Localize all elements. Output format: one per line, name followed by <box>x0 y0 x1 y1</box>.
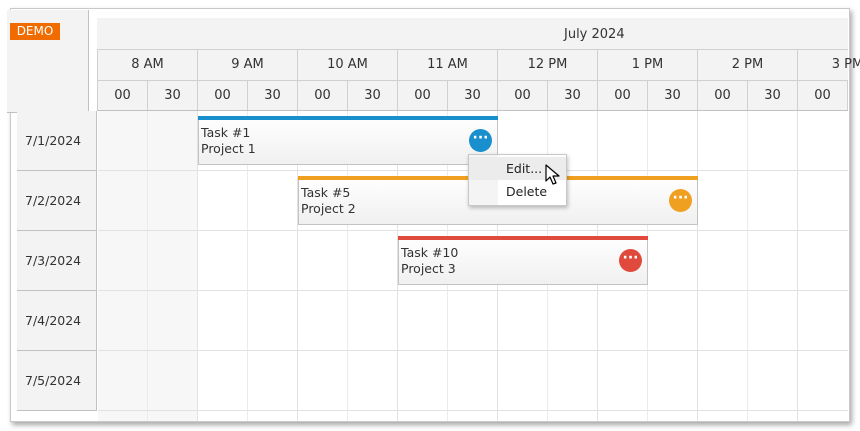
more-dots-icon[interactable]: ··· <box>469 129 492 152</box>
event-title: Task #1 <box>201 125 251 140</box>
hour-cell: 1 PM <box>597 50 697 80</box>
row-header: 7/5/2024 <box>17 351 97 411</box>
event-project: Project 3 <box>401 261 456 276</box>
minute-cell: 30 <box>547 81 597 110</box>
row-header: 7/3/2024 <box>17 231 97 291</box>
minute-cell: 30 <box>247 81 297 110</box>
grid-line <box>797 111 798 421</box>
demo-badge: DEMO <box>10 23 60 40</box>
event-title: Task #5 <box>301 185 351 200</box>
grid-line <box>98 350 848 351</box>
hour-cell: 9 AM <box>197 50 297 80</box>
hour-cell: 11 AM <box>397 50 497 80</box>
minute-cell: 30 <box>747 81 797 110</box>
minute-header: 00 30 00 30 00 30 00 30 00 30 00 30 00 3… <box>97 81 848 111</box>
grid-line <box>98 230 848 231</box>
menu-item-label: Delete <box>506 184 548 199</box>
event-task-10[interactable]: Task #10 Project 3 ··· <box>398 236 648 285</box>
hour-cell: 8 AM <box>97 50 197 80</box>
more-dots-icon[interactable]: ··· <box>669 189 692 212</box>
more-dots-icon[interactable]: ··· <box>619 249 642 272</box>
event-project: Project 2 <box>301 201 356 216</box>
minute-cell: 00 <box>597 81 647 110</box>
minute-cell: 30 <box>347 81 397 110</box>
minute-cell: 00 <box>297 81 347 110</box>
minute-cell: 00 <box>197 81 247 110</box>
mouse-cursor-icon <box>545 164 560 185</box>
grid-line <box>747 111 748 421</box>
hour-cell: 10 AM <box>297 50 397 80</box>
grid-line <box>697 111 698 421</box>
row-header: 7/1/2024 <box>17 111 97 171</box>
row-date: 7/3/2024 <box>25 253 82 268</box>
event-title: Task #10 <box>401 245 459 260</box>
month-label: July 2024 <box>564 27 625 42</box>
hour-cell: 3 PM <box>797 50 860 80</box>
menu-item-label: Edit... <box>506 161 543 176</box>
event-color-bar <box>398 236 648 240</box>
row-date: 7/2/2024 <box>25 193 82 208</box>
minute-cell: 30 <box>647 81 697 110</box>
event-color-bar <box>198 116 498 120</box>
minute-cell: 30 <box>447 81 497 110</box>
row-date: 7/4/2024 <box>25 313 82 328</box>
minute-cell: 00 <box>497 81 547 110</box>
event-task-1[interactable]: Task #1 Project 1 ··· <box>198 116 498 165</box>
minute-cell: 30 <box>147 81 197 110</box>
minute-cell: 00 <box>397 81 447 110</box>
row-header: 7/2/2024 <box>17 171 97 231</box>
minute-cell: 00 <box>697 81 747 110</box>
event-project: Project 1 <box>201 141 256 156</box>
minute-cell: 30 <box>847 81 860 110</box>
minute-cell: 00 <box>797 81 847 110</box>
hour-cell: 2 PM <box>697 50 797 80</box>
row-date: 7/1/2024 <box>25 133 82 148</box>
month-header: July 2024 <box>97 18 848 50</box>
grid-line <box>147 111 148 421</box>
row-date: 7/5/2024 <box>25 373 82 388</box>
grid-line <box>98 290 848 291</box>
hour-header: 8 AM 9 AM 10 AM 11 AM 12 PM 1 PM 2 PM 3 … <box>97 50 860 81</box>
hour-cell: 12 PM <box>497 50 597 80</box>
minute-cell: 00 <box>97 81 147 110</box>
grid-line <box>98 410 848 411</box>
row-header: 7/4/2024 <box>17 291 97 351</box>
